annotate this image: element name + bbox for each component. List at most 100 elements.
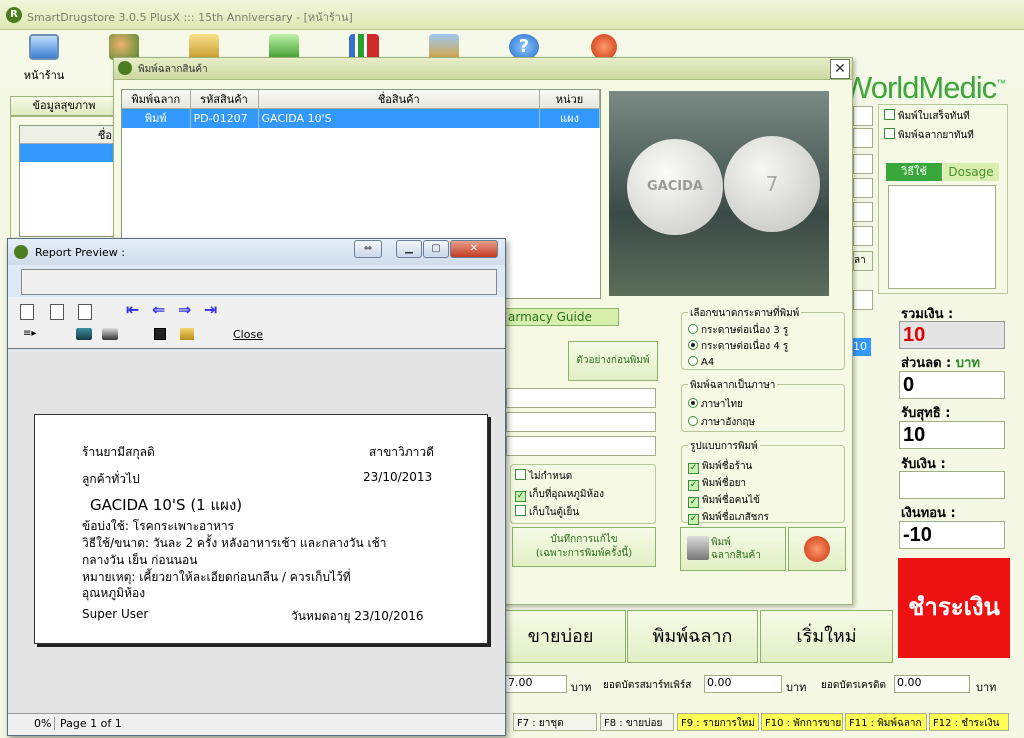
frequent-sale-button[interactable]: ขายบ่อย [495,610,626,663]
label-drug: GACIDA 10'S (1 แผง) [90,496,243,514]
outline-icon[interactable]: ≡▸ [23,328,36,339]
bottom-unit-2: บาท [786,681,807,694]
lang-thai-radio[interactable]: ภาษาไทย [688,397,743,412]
print-label-checkbox[interactable]: พิมพ์ฉลากยาทันที [884,128,974,143]
print-icon[interactable] [102,328,118,340]
report-titlebar: Report Preview : ⇔ ▁ ▢ ✕ [8,239,505,265]
health-grid: ชื่อ [19,125,115,237]
row-unit: แผง [539,108,600,128]
col-unit[interactable]: หน่วย [539,90,600,109]
tab-pharmacy-guide[interactable]: armacy Guide [503,308,619,326]
discount-input[interactable]: 0 [899,371,1005,399]
printer-setup-icon[interactable] [76,328,92,340]
status-percent: 0% [34,717,56,730]
bottom-amount-input: 7.00 [505,675,567,693]
underlying-input-6[interactable] [853,226,873,246]
col-code[interactable]: รหัสสินค้า [190,90,259,109]
product-image: GACIDA 7 [609,91,829,296]
right-options-panel: พิมพ์ใบเสร็จทันที พิมพ์ฉลากยาทันที วิธีใ… [878,104,1008,294]
tab-howto[interactable]: วิธีใช้ [886,163,942,181]
format-shop-checkbox[interactable]: ✓ พิมพ์ชื่อร้าน [688,459,752,474]
open-icon[interactable] [180,328,194,340]
dialog-logo-icon [118,61,132,75]
restart-button[interactable]: เริ่มใหม่ [760,610,893,663]
fkey-f8[interactable]: F8 : ขายบ่อย [600,713,674,731]
print-label-button[interactable]: พิมพ์ฉลาก [627,610,758,663]
smartpurse-value: 0.00 [704,675,782,693]
print-button-label-2: ฉลากสินค้า [711,550,761,561]
tab-health-info[interactable]: ข้อมูลสุขภาพ [10,96,118,116]
format-drug-checkbox[interactable]: ✓ พิมพ์ชื่อยา [688,476,746,491]
fkey-f11[interactable]: F11 : พิมพ์ฉลาก [845,713,927,731]
pay-button[interactable]: ชำระเงิน [898,558,1010,658]
guide-input-3[interactable] [506,436,656,456]
fkey-f10[interactable]: F10 : พักการขาย [761,713,843,731]
last-page-icon[interactable]: ⇥ [204,300,217,319]
guide-input-1[interactable] [506,388,656,408]
storage-none-checkbox[interactable]: ไม่กำหนด [515,469,572,484]
underlying-input-7[interactable] [853,290,873,310]
tablet-left: GACIDA [627,139,723,235]
app-logo-icon: R [6,7,22,23]
row-code: PD-01207 [190,108,259,128]
paper-3hole-radio[interactable]: กระดาษต่อเนื่อง 3 รู [688,323,788,338]
health-panel: ชื่อ [10,116,118,240]
page-width-icon[interactable] [78,304,92,320]
fkey-f9[interactable]: F9 : รายการใหม่ [677,713,759,731]
guide-input-2[interactable] [506,412,656,432]
report-search-bar[interactable] [21,269,497,295]
health-grid-row[interactable] [20,144,114,162]
col-print[interactable]: พิมพ์ฉลาก [122,90,191,109]
prev-page-icon[interactable]: ⇐ [152,300,165,319]
storage-fridge-checkbox[interactable]: เก็บในตู้เย็น [515,505,579,520]
save-edit-button[interactable]: บันทึกการแก้ไข (เฉพาะการพิมพ์ครั้งนี้) [512,527,656,567]
format-patient-checkbox[interactable]: ✓ พิมพ์ชื่อคนไข้ [688,493,760,508]
health-grid-header: ชื่อ [20,126,114,144]
dialog-close-icon[interactable]: ✕ [830,59,850,79]
print-product-label-button[interactable]: พิมพ์ ฉลากสินค้า [680,527,786,571]
total-value: 10 [899,321,1005,349]
paper-4hole-radio[interactable]: กระดาษต่อเนื่อง 4 รู [688,339,788,354]
paper-a4-radio[interactable]: A4 [688,355,714,370]
col-name[interactable]: ชื่อสินค้า [258,90,540,109]
paper-size-group: เลือกขนาดกระดาษที่พิมพ์ กระดาษต่อเนื่อง … [681,306,845,370]
report-close-button[interactable]: Close [233,328,263,341]
fkey-f7[interactable]: F7 : ยาชุด [513,713,597,731]
format-pharmacist-checkbox[interactable]: ✓ พิมพ์ชื่อเภสัชกร [688,510,769,525]
preview-before-print-button[interactable]: ตัวอย่างก่อนพิมพ์ [568,341,658,381]
next-page-icon[interactable]: ⇒ [178,300,191,319]
underlying-input-2[interactable] [853,128,873,148]
lang-english-radio[interactable]: ภาษาอังกฤษ [688,415,755,430]
report-preview-window: Report Preview : ⇔ ▁ ▢ ✕ ⇤ ⇐ ⇒ ⇥ ≡▸ Clos… [7,238,506,736]
underlying-input-1[interactable] [853,106,873,126]
two-pages-icon[interactable] [50,304,64,320]
tab-dosage[interactable]: Dosage [943,163,999,181]
first-page-icon[interactable]: ⇤ [126,300,139,319]
label-expiry: วันหมดอายุ 23/10/2016 [291,609,424,623]
toolbar-storefront-button[interactable]: หน้าร้าน [16,32,72,88]
window-close-icon[interactable]: ✕ [450,240,498,258]
underlying-button-la[interactable]: ลา [853,251,873,271]
fkey-f12[interactable]: F12 : ชำระเงิน [929,713,1009,731]
smartpurse-label: ยอดบัตรสมาร์ทเพิร์ส [603,680,692,691]
received-input[interactable] [899,471,1005,499]
storage-group: ไม่กำหนด ✓ เก็บที่อุณหภูมิห้อง เก็บในตู้เ… [510,464,656,524]
label-customer: ลูกค้าทั่วไป [82,472,140,486]
tab-health-label: ข้อมูลสุขภาพ [32,99,96,112]
page-icon[interactable] [20,304,34,320]
report-toolbar: ⇤ ⇐ ⇒ ⇥ ≡▸ Close [8,297,505,349]
print-receipt-checkbox[interactable]: พิมพ์ใบเสร็จทันที [884,109,970,124]
maximize-icon[interactable]: ▢ [423,240,449,258]
howto-textarea[interactable] [888,185,996,289]
restore-icon[interactable]: ⇔ [354,240,382,258]
underlying-input-5[interactable] [853,202,873,222]
save-icon[interactable] [154,328,166,340]
underlying-input-4[interactable] [853,178,873,198]
minimize-icon[interactable]: ▁ [396,240,422,258]
underlying-input-3[interactable] [853,154,873,174]
storage-room-checkbox[interactable]: ✓ เก็บที่อุณหภูมิห้อง [515,487,604,502]
net-value: 10 [899,421,1005,449]
dialog-exit-button[interactable] [788,527,846,571]
table-row[interactable]: พิมพ์ PD-01207 GACIDA 10'S แผง [122,108,600,128]
label-sheet: ร้านยามีสกุลดิ สาขาวิภาวดี ลูกค้าทั่วไป … [34,414,488,644]
